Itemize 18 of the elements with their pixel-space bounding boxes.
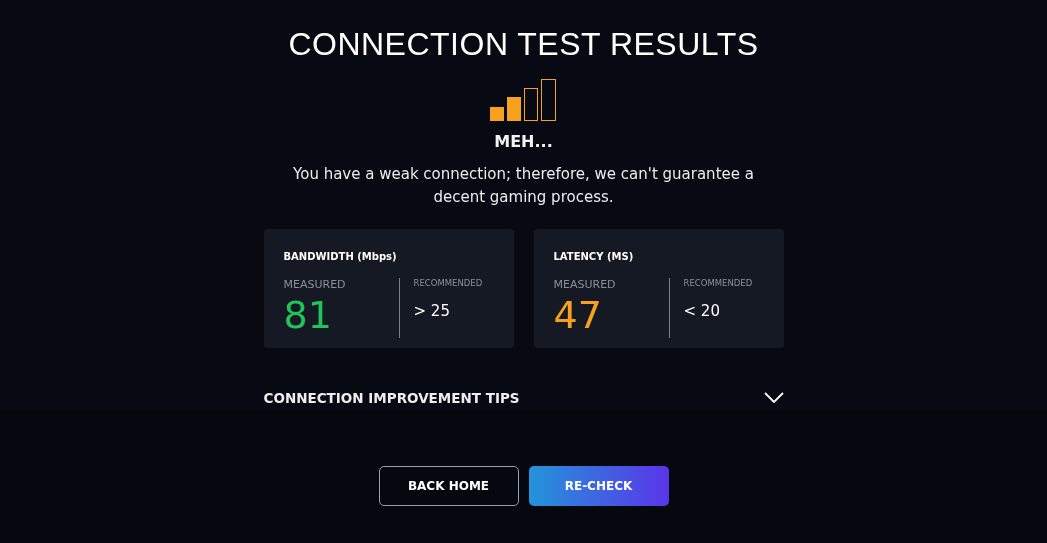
back-button[interactable]: BACK HOME <box>378 466 519 506</box>
recommended-label: RECOMMENDED <box>413 278 483 288</box>
recommended-value: < 20 <box>683 302 720 320</box>
measured-label: MEASURED <box>553 278 616 291</box>
metric-title: BANDWIDTH (Mbps) <box>283 251 397 262</box>
tips-toggle[interactable]: CONNECTION IMPROVEMENT TIPS <box>263 390 520 406</box>
verdict-text: MEH... <box>494 132 553 151</box>
metric-title: LATENCY (MS) <box>553 251 634 262</box>
page-title: CONNECTION TEST RESULTS <box>288 26 759 63</box>
chevron-icon[interactable] <box>763 392 784 404</box>
measured-value: 81 <box>283 293 332 337</box>
signal-bars-icon <box>490 79 557 122</box>
recommended-value: > 25 <box>413 302 450 320</box>
recommended-label: RECOMMENDED <box>683 278 753 288</box>
measured-label: MEASURED <box>283 278 346 291</box>
recheck-button[interactable]: RE-CHECK <box>528 466 669 506</box>
measured-value: 47 <box>553 293 602 337</box>
result-message: You have a weak connection; therefore, we can't guarantee a decent gaming process. <box>292 164 755 208</box>
